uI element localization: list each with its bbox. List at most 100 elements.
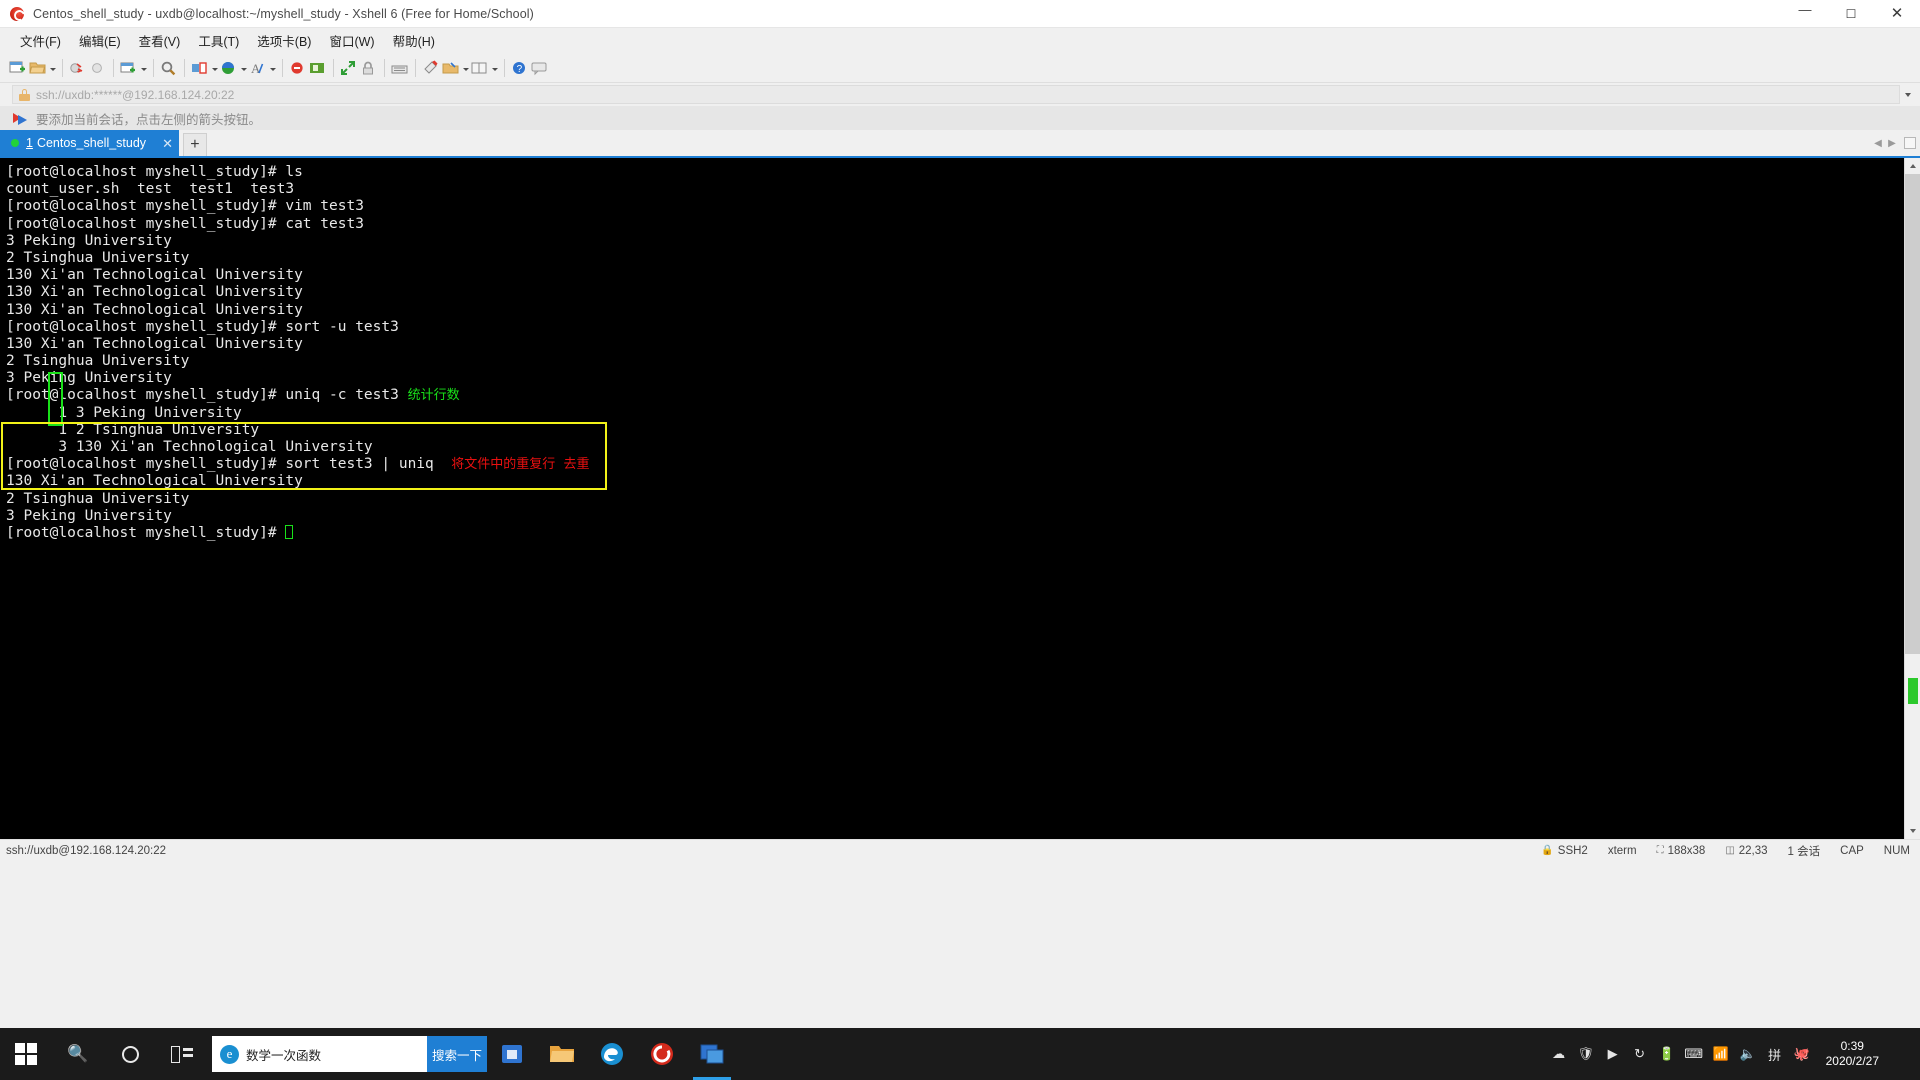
- media-icon[interactable]: ▶: [1604, 1045, 1622, 1063]
- new-tab-button[interactable]: [119, 56, 148, 80]
- status-num: NUM: [1883, 844, 1910, 857]
- scrollbar-thumb[interactable]: [1905, 174, 1920, 654]
- status-sessions: 1 会话: [1787, 845, 1821, 858]
- minimize-button[interactable]: —: [1782, 0, 1828, 28]
- globe-dropdown[interactable]: [239, 58, 248, 78]
- terminal-line: 1 3 Peking University: [6, 405, 1904, 422]
- task-view-button[interactable]: [156, 1028, 208, 1080]
- wifi-icon[interactable]: 📶: [1712, 1045, 1730, 1063]
- find-button[interactable]: [159, 56, 179, 80]
- highlight-button[interactable]: [421, 56, 441, 80]
- arrow-flag-icon: [13, 112, 29, 125]
- status-connection: ssh://uxdb@192.168.124.20:22: [6, 844, 167, 857]
- menu-tabs[interactable]: 选项卡(B): [248, 28, 320, 54]
- close-button[interactable]: ✕: [1874, 0, 1920, 28]
- menu-help[interactable]: 帮助(H): [384, 28, 444, 54]
- scroll-down-icon[interactable]: [1905, 823, 1920, 839]
- terminal-line: 130 Xi'an Technological University: [6, 284, 1904, 301]
- menu-view[interactable]: 查看(V): [130, 28, 190, 54]
- taskbar-app-xshell[interactable]: [637, 1028, 687, 1080]
- new-tab-dropdown[interactable]: [139, 58, 148, 78]
- keyboard-icon[interactable]: ⌨: [1684, 1045, 1703, 1063]
- disconnect-button[interactable]: [68, 56, 88, 80]
- taskbar-search-button[interactable]: 🔍: [52, 1028, 104, 1080]
- maximize-button[interactable]: ☐: [1828, 0, 1874, 28]
- notification-text: 要添加当前会话，点击左侧的箭头按钮。: [36, 112, 262, 127]
- menu-tools[interactable]: 工具(T): [189, 28, 248, 54]
- tab-bar-controls: ◀ ▶: [1871, 130, 1920, 156]
- shield-icon[interactable]: 🛡: [1577, 1045, 1595, 1063]
- notification-bar: 要添加当前会话，点击左侧的箭头按钮。: [0, 106, 1920, 130]
- volume-icon[interactable]: 🔈: [1739, 1045, 1757, 1063]
- add-tab-button[interactable]: +: [182, 133, 207, 156]
- taskbar-app-store[interactable]: [487, 1028, 537, 1080]
- stop-button[interactable]: [288, 56, 308, 80]
- qq-icon[interactable]: 🐙: [1793, 1045, 1811, 1063]
- menu-window[interactable]: 窗口(W): [320, 28, 383, 54]
- new-session-button[interactable]: [8, 56, 28, 80]
- cortana-button[interactable]: [104, 1028, 156, 1080]
- globe-button[interactable]: [219, 56, 248, 80]
- toolbar: A ?: [0, 54, 1920, 83]
- fullscreen-icon: [339, 58, 359, 78]
- layout-dropdown[interactable]: [490, 58, 499, 78]
- taskbar-clock[interactable]: 0:39 2020/2/27: [1820, 1039, 1887, 1069]
- keyboard-button[interactable]: [390, 56, 410, 80]
- folder-compose-dropdown[interactable]: [461, 58, 470, 78]
- fullscreen-button[interactable]: [339, 56, 359, 80]
- taskbar: 🔍 e 数学一次函数 搜索一下 ☁ 🛡 ▶ ↻ 🔋 ⌨ 📶 🔈 拼 🐙 0:39…: [0, 1028, 1920, 1080]
- terminal-line-text: 2 Tsinghua University: [6, 249, 190, 266]
- tab-bar: 1 Centos_shell_study ✕ + ◀ ▶: [0, 130, 1920, 156]
- taskbar-search-submit[interactable]: 搜索一下: [427, 1036, 487, 1072]
- chevron-down-icon[interactable]: [1900, 92, 1916, 97]
- folder-compose-button[interactable]: [441, 56, 470, 80]
- tab-scroll-right-icon[interactable]: ▶: [1885, 138, 1899, 149]
- menu-file[interactable]: 文件(F): [11, 28, 70, 54]
- taskbar-app-explorer[interactable]: [537, 1028, 587, 1080]
- taskbar-app-xftp[interactable]: [687, 1028, 737, 1080]
- terminal-line: 3 Peking University: [6, 233, 1904, 250]
- ime-icon[interactable]: 拼: [1766, 1045, 1784, 1063]
- status-cursor-position: 22,33: [1738, 844, 1768, 857]
- tab-list-button[interactable]: [1904, 137, 1916, 149]
- status-cursor-cell: ◫ 22,33: [1715, 845, 1777, 857]
- windows-logo-icon: [15, 1043, 37, 1065]
- status-size-cell: ⛶ 188x38: [1647, 845, 1716, 857]
- close-icon[interactable]: ✕: [162, 137, 173, 150]
- terminal-line: 130 Xi'an Technological University: [6, 302, 1904, 319]
- font-dropdown[interactable]: [268, 58, 277, 78]
- help-button[interactable]: ?: [510, 56, 530, 80]
- font-button[interactable]: A: [248, 56, 277, 80]
- onedrive-icon[interactable]: ☁: [1550, 1045, 1568, 1063]
- menu-edit[interactable]: 编辑(E): [70, 28, 130, 54]
- layout-button[interactable]: [470, 56, 499, 80]
- disconnect-icon: [68, 58, 88, 78]
- terminal-line: 130 Xi'an Technological University: [6, 336, 1904, 353]
- terminal-line-text: 130 Xi'an Technological University: [6, 284, 303, 301]
- show-desktop-button[interactable]: [1896, 1045, 1914, 1063]
- taskbar-search-input[interactable]: e 数学一次函数: [212, 1036, 427, 1072]
- tab-number: 1: [26, 136, 33, 150]
- log-button[interactable]: [308, 56, 328, 80]
- tab-scroll-left-icon[interactable]: ◀: [1871, 138, 1885, 149]
- tab-centos-shell-study[interactable]: 1 Centos_shell_study ✕: [0, 130, 179, 156]
- transfer-button[interactable]: [190, 56, 219, 80]
- terminal-output[interactable]: [root@localhost myshell_study]# ls count_…: [0, 158, 1904, 839]
- taskbar-app-edge[interactable]: [587, 1028, 637, 1080]
- address-input[interactable]: ssh://uxdb:******@192.168.124.20:22: [12, 85, 1900, 104]
- open-session-button[interactable]: [28, 56, 57, 80]
- terminal-line: [root@localhost myshell_study]# uniq -c …: [6, 387, 1904, 404]
- log-icon: [308, 58, 328, 78]
- terminal-scrollbar[interactable]: [1904, 158, 1920, 839]
- lock-button[interactable]: [359, 56, 379, 80]
- comment-button[interactable]: [530, 56, 550, 80]
- open-session-dropdown[interactable]: [48, 58, 57, 78]
- scroll-up-icon[interactable]: [1905, 158, 1920, 174]
- reconnect-button[interactable]: [88, 56, 108, 80]
- battery-icon[interactable]: 🔋: [1658, 1045, 1676, 1063]
- start-button[interactable]: [0, 1028, 52, 1080]
- terminal-cursor: [285, 524, 294, 539]
- transfer-dropdown[interactable]: [210, 58, 219, 78]
- update-icon[interactable]: ↻: [1631, 1045, 1649, 1063]
- terminal-line: 2 Tsinghua University: [6, 491, 1904, 508]
